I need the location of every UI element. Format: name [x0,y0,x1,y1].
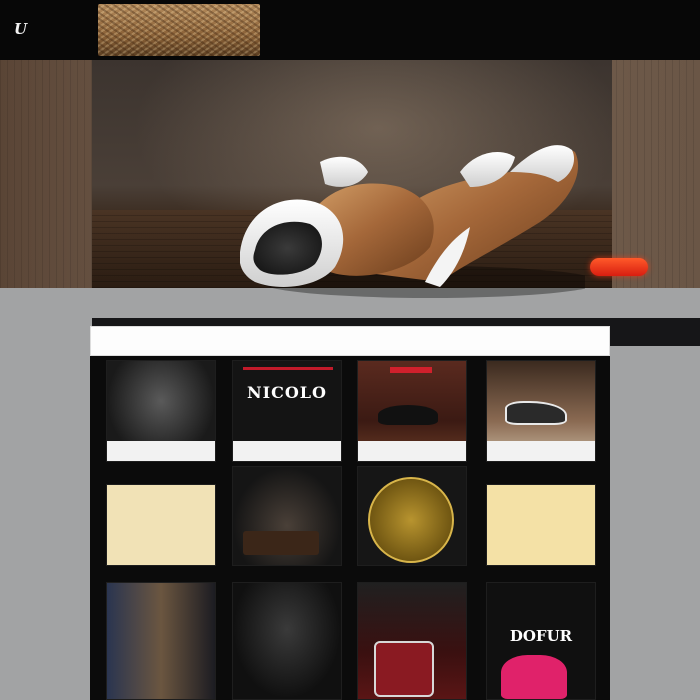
hero-banner [92,60,648,298]
product-tile-3[interactable] [357,360,467,462]
tile-2-strip [233,441,341,461]
product-tile-9[interactable] [106,582,216,700]
product-tile-5[interactable] [106,484,216,566]
site-logo[interactable]: U [14,12,96,46]
sneakers-image [240,145,585,298]
product-tile-8[interactable] [486,484,596,566]
tile-3-strip [358,441,466,461]
header-banner-image [98,4,260,56]
product-tile-11[interactable] [357,582,467,700]
product-tile-7[interactable] [357,466,467,566]
product-tile-10[interactable] [232,582,342,700]
site-header: U [0,0,700,60]
product-tile-6[interactable] [232,466,342,566]
tile-2-label: NICOLO [247,383,327,402]
tile-12-label: DOFUR [509,627,573,645]
product-tile-4[interactable] [486,360,596,462]
page: U NICOLO DOFUR [0,0,700,700]
tile-1-strip [107,441,215,461]
product-tile-1[interactable] [106,360,216,462]
product-tile-2[interactable]: NICOLO [232,360,342,462]
gallery-toolbar [90,326,610,356]
shop-now-button[interactable] [590,258,648,276]
tile-4-strip [487,441,595,461]
hero-section [0,60,700,346]
product-gallery: NICOLO DOFUR [90,326,610,700]
product-tile-12[interactable]: DOFUR [486,582,596,700]
